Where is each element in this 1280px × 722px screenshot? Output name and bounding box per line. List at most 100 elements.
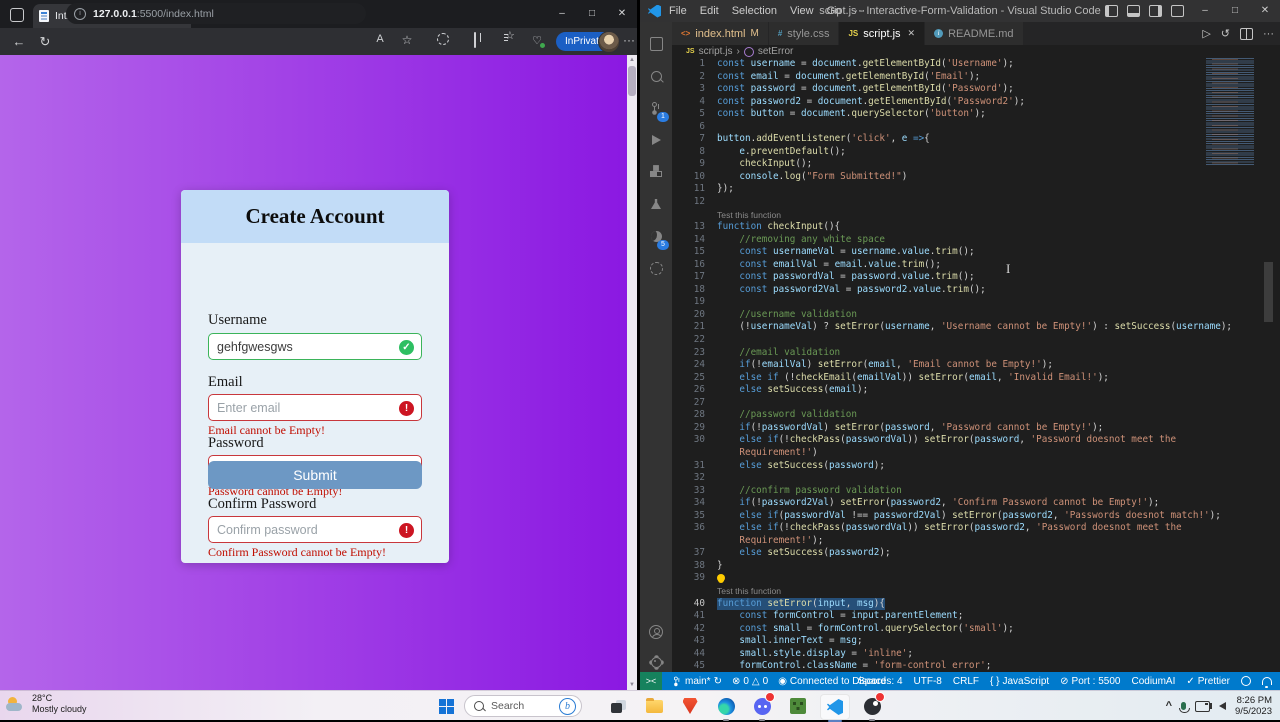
codium-status-item[interactable]: CodiumAI: [1131, 676, 1175, 687]
testing-icon[interactable]: [640, 190, 672, 218]
code-token: 'small': [963, 622, 1003, 634]
explorer-icon[interactable]: [640, 30, 672, 58]
menu-view[interactable]: View: [790, 5, 814, 17]
tab-readme-md[interactable]: i README.md: [925, 22, 1024, 45]
breadcrumb[interactable]: JS script.js › setError: [672, 45, 1280, 58]
language-item[interactable]: { } JavaScript: [990, 676, 1049, 687]
toggle-panel-icon[interactable]: [1127, 5, 1140, 17]
browser-maximize-button[interactable]: □: [577, 0, 607, 28]
profile-avatar[interactable]: [598, 31, 620, 53]
minimap[interactable]: [1206, 58, 1254, 167]
toggle-secondary-sidebar-icon[interactable]: [1149, 5, 1162, 17]
code-lines[interactable]: 1 const username = document.getElementByI…: [672, 58, 1280, 672]
browser-scrollbar[interactable]: ▲ ▼: [627, 55, 637, 690]
extensions-icon[interactable]: [640, 158, 672, 186]
lightbulb-icon[interactable]: [717, 574, 725, 583]
microphone-icon[interactable]: [1179, 702, 1191, 713]
encoding-item[interactable]: UTF-8: [914, 676, 942, 687]
tab-actions-icon[interactable]: [10, 8, 24, 22]
code-token: value: [912, 283, 941, 295]
submit-button[interactable]: Submit: [208, 461, 422, 489]
menu-more-icon[interactable]: ···: [854, 5, 865, 17]
codium-activity-icon[interactable]: 5: [640, 222, 672, 250]
taskbar-clock[interactable]: 8:26 PM 9/5/2023: [1235, 695, 1272, 717]
code-token: setSuccess: [1114, 321, 1171, 333]
vscode-close-button[interactable]: ✕: [1250, 0, 1280, 22]
tray-chevron-icon[interactable]: ^: [1166, 700, 1172, 712]
browser-minimize-button[interactable]: –: [547, 0, 577, 28]
speaker-icon[interactable]: [1209, 702, 1227, 710]
remote-indicator[interactable]: ><: [640, 672, 662, 690]
brave-button[interactable]: [676, 694, 704, 718]
feedback-icon[interactable]: [1241, 676, 1251, 686]
menu-selection[interactable]: Selection: [732, 5, 777, 17]
menu-edit[interactable]: Edit: [700, 5, 719, 17]
username-input[interactable]: [209, 334, 421, 359]
toggle-sidebar-icon[interactable]: [1105, 5, 1118, 17]
confirm-password-input[interactable]: [209, 517, 421, 542]
start-button[interactable]: [432, 694, 460, 718]
edge-button[interactable]: [712, 694, 740, 721]
notifications-bell-icon[interactable]: [1262, 677, 1272, 688]
address-bar[interactable]: i 127.0.0.1:5500/index.html: [66, 3, 366, 24]
vscode-minimize-button[interactable]: –: [1190, 0, 1220, 22]
split-editor-icon[interactable]: [1240, 27, 1253, 40]
menu-go[interactable]: Go: [827, 5, 842, 17]
run-file-icon[interactable]: ▷: [1202, 27, 1210, 40]
email-input[interactable]: [209, 395, 421, 420]
ai-extension-icon[interactable]: [640, 254, 672, 282]
read-aloud-icon[interactable]: A: [371, 33, 389, 45]
site-info-icon[interactable]: i: [74, 7, 86, 20]
obs-button[interactable]: [858, 692, 886, 721]
extensions-icon[interactable]: [437, 33, 449, 45]
browser-close-button[interactable]: ✕: [607, 0, 637, 28]
eol-item[interactable]: CRLF: [953, 676, 979, 687]
code-text: else if(!checkPass(passwordVal)) setErro…: [717, 522, 1182, 535]
account-icon[interactable]: [640, 618, 672, 646]
line-number: [672, 585, 717, 598]
weather-widget[interactable]: 28°C Mostly cloudy: [6, 693, 87, 715]
source-control-icon[interactable]: 1: [640, 94, 672, 122]
git-branch-item[interactable]: main* ↻: [672, 675, 722, 688]
code-token: document: [817, 95, 863, 107]
discord-button[interactable]: [748, 692, 776, 721]
favorite-star-icon[interactable]: ☆: [398, 33, 416, 47]
problems-item[interactable]: ⊗ 0 △ 0: [732, 676, 768, 687]
code-token: 'Password2': [952, 95, 1014, 107]
line-number: 43: [693, 635, 705, 647]
browser-menu-icon[interactable]: ···: [620, 33, 638, 47]
task-view-button[interactable]: [604, 694, 632, 718]
split-screen-icon[interactable]: [474, 32, 476, 48]
back-icon[interactable]: ←: [6, 34, 32, 49]
vscode-maximize-button[interactable]: □: [1220, 0, 1250, 22]
timeline-icon[interactable]: ↺: [1221, 27, 1230, 40]
scroll-down-icon[interactable]: ▼: [627, 680, 637, 690]
minecraft-button[interactable]: [784, 694, 812, 718]
code-text: const small = formControl.querySelector(…: [717, 622, 1013, 636]
prettier-item[interactable]: ✓ Prettier: [1186, 676, 1230, 687]
code-token: //confirm password validation: [739, 484, 902, 496]
code-token: preventDefault: [750, 145, 829, 157]
refresh-icon[interactable]: ↻: [32, 34, 58, 50]
code-text: formControl.className = 'form-control er…: [717, 660, 991, 672]
liveserver-port-item[interactable]: ⊘ Port : 5500: [1060, 676, 1120, 687]
editor-more-icon[interactable]: ···: [1263, 28, 1274, 40]
customize-layout-icon[interactable]: [1171, 5, 1184, 17]
file-explorer-button[interactable]: [640, 694, 668, 718]
browser-essentials-icon[interactable]: ♡: [532, 35, 542, 47]
tab-index-html[interactable]: <> index.html M: [672, 22, 769, 45]
code-token: 'Password doesnot meet the: [1036, 522, 1182, 534]
search-icon[interactable]: [640, 62, 672, 90]
display-cast-icon[interactable]: [1195, 700, 1211, 712]
indent-item[interactable]: Spaces: 4: [858, 676, 902, 687]
scroll-up-icon[interactable]: ▲: [627, 55, 637, 65]
taskbar-search[interactable]: Search b: [464, 695, 582, 717]
tab-script-js[interactable]: JS script.js ✕: [839, 22, 926, 45]
tab-close-icon[interactable]: ✕: [908, 28, 916, 39]
tab-style-css[interactable]: # style.css: [768, 22, 840, 45]
scrollbar-thumb[interactable]: [628, 66, 636, 96]
run-debug-icon[interactable]: [640, 126, 672, 154]
menu-file[interactable]: File: [669, 5, 687, 17]
vscode-button[interactable]: [820, 694, 850, 722]
editor-scrollbar-thumb[interactable]: [1264, 262, 1273, 322]
